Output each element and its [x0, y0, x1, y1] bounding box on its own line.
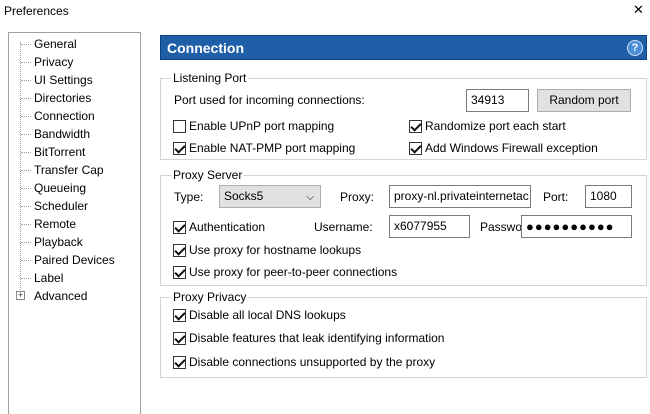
title-bar: Preferences ✕	[0, 0, 650, 24]
sidebar-item-label: Playback	[34, 235, 83, 249]
group-title: Listening Port	[171, 71, 249, 85]
hostname-lookup-checkbox[interactable]	[173, 244, 186, 257]
chevron-down-icon: ⌵	[306, 192, 314, 203]
sidebar-item-label: BitTorrent	[34, 145, 86, 159]
disable-dns-label: Disable all local DNS lookups	[189, 308, 346, 322]
group-title: Proxy Privacy	[171, 290, 249, 304]
sidebar-item-label: General	[34, 37, 77, 51]
sidebar-item-label: Transfer Cap	[34, 163, 104, 177]
upnp-checkbox[interactable]	[173, 120, 186, 133]
sidebar-item-advanced[interactable]: + Advanced	[9, 287, 140, 305]
sidebar-item-bittorrent[interactable]: BitTorrent	[9, 143, 140, 161]
sidebar-item-scheduler[interactable]: Scheduler	[9, 197, 140, 215]
sidebar-item-transfer-cap[interactable]: Transfer Cap	[9, 161, 140, 179]
sidebar-item-label-settings[interactable]: Label	[9, 269, 140, 287]
disable-unsupported-label: Disable connections unsupported by the p…	[189, 355, 436, 369]
help-icon[interactable]: ?	[627, 40, 643, 56]
sidebar-item-label: Advanced	[34, 289, 88, 303]
sidebar-item-label: Remote	[34, 217, 77, 231]
preferences-tree: General Privacy UI Settings Directories …	[8, 32, 141, 414]
disable-dns-checkbox[interactable]	[173, 309, 186, 322]
sidebar-item-label: Directories	[34, 91, 92, 105]
proxy-type-select[interactable]: Socks5 ⌵	[219, 185, 321, 208]
proxy-host-label: Proxy:	[340, 190, 375, 204]
disable-unsupported-checkbox[interactable]	[173, 356, 186, 369]
authentication-checkbox[interactable]	[173, 221, 186, 234]
sidebar-item-queueing[interactable]: Queueing	[9, 179, 140, 197]
p2p-proxy-label: Use proxy for peer-to-peer connections	[189, 265, 398, 279]
username-label: Username:	[314, 220, 373, 234]
incoming-port-label: Port used for incoming connections:	[174, 93, 365, 107]
sidebar-item-ui-settings[interactable]: UI Settings	[9, 71, 140, 89]
sidebar-item-label: Paired Devices	[34, 253, 115, 267]
hostname-lookup-label: Use proxy for hostname lookups	[189, 243, 362, 257]
sidebar-item-general[interactable]: General	[9, 35, 140, 53]
firewall-exception-label: Add Windows Firewall exception	[425, 141, 598, 155]
proxy-port-label: Port:	[543, 190, 569, 204]
firewall-exception-checkbox[interactable]	[409, 142, 422, 155]
sidebar-item-bandwidth[interactable]: Bandwidth	[9, 125, 140, 143]
sidebar-item-paired-devices[interactable]: Paired Devices	[9, 251, 140, 269]
incoming-port-input[interactable]: 34913	[466, 89, 529, 112]
proxy-port-input[interactable]: 1080	[585, 185, 632, 208]
sidebar-item-label: Connection	[34, 109, 95, 123]
close-icon[interactable]: ✕	[633, 3, 644, 17]
proxy-host-input[interactable]: proxy-nl.privateinternetac	[389, 185, 531, 208]
sidebar-item-playback[interactable]: Playback	[9, 233, 140, 251]
authentication-label: Authentication	[189, 220, 266, 234]
natpmp-checkbox[interactable]	[173, 142, 186, 155]
sidebar-item-label: Privacy	[34, 55, 74, 69]
sidebar-item-label: Bandwidth	[34, 127, 91, 141]
page-title: Connection	[167, 40, 244, 56]
expand-plus-icon[interactable]: +	[16, 291, 25, 300]
username-input[interactable]: x6077955	[389, 215, 470, 238]
sidebar-item-label: Label	[34, 271, 64, 285]
sidebar-item-remote[interactable]: Remote	[9, 215, 140, 233]
sidebar-item-directories[interactable]: Directories	[9, 89, 140, 107]
sidebar-item-connection[interactable]: Connection	[9, 107, 140, 125]
group-title: Proxy Server	[171, 168, 245, 182]
proxy-type-label: Type:	[174, 190, 204, 204]
proxy-type-value: Socks5	[224, 189, 264, 203]
disable-leak-label: Disable features that leak identifying i…	[189, 331, 445, 345]
upnp-label: Enable UPnP port mapping	[189, 119, 335, 133]
window-title: Preferences	[4, 4, 69, 18]
disable-leak-checkbox[interactable]	[173, 332, 186, 345]
section-header: Connection ?	[160, 35, 647, 60]
random-port-button[interactable]: Random port	[537, 89, 631, 112]
randomize-port-checkbox[interactable]	[409, 120, 422, 133]
p2p-proxy-checkbox[interactable]	[173, 266, 186, 279]
natpmp-label: Enable NAT-PMP port mapping	[189, 141, 356, 155]
sidebar-item-privacy[interactable]: Privacy	[9, 53, 140, 71]
password-input[interactable]: ●●●●●●●●●●	[521, 215, 632, 238]
randomize-port-label: Randomize port each start	[425, 119, 566, 133]
sidebar-item-label: UI Settings	[34, 73, 93, 87]
sidebar-item-label: Scheduler	[34, 199, 89, 213]
sidebar-item-label: Queueing	[34, 181, 87, 195]
